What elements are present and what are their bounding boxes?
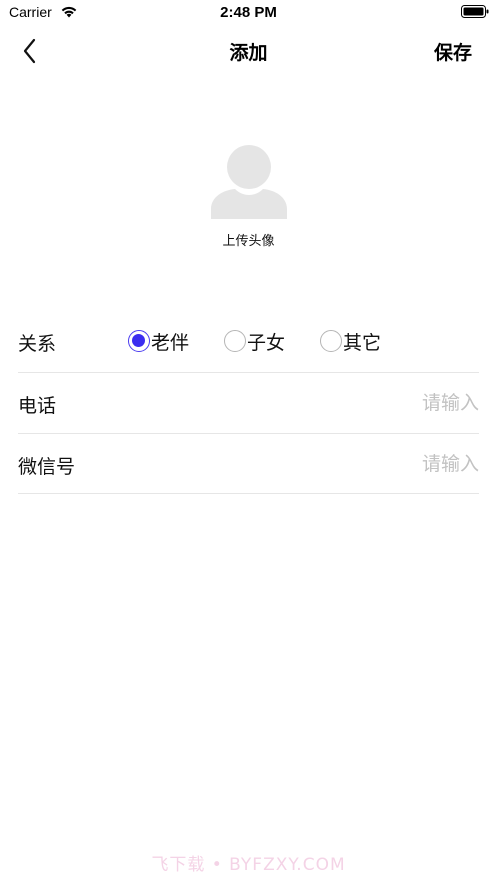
phone-row: 电话 xyxy=(18,372,479,433)
wechat-row: 微信号 xyxy=(18,433,479,494)
status-bar: Carrier 2:48 PM xyxy=(0,0,497,26)
battery-icon xyxy=(461,5,489,18)
radio-unchecked-icon[interactable] xyxy=(224,330,246,352)
phone-input[interactable] xyxy=(259,389,479,417)
radio-unchecked-icon[interactable] xyxy=(320,330,342,352)
radio-option-children[interactable]: 子女 xyxy=(224,328,285,354)
relation-label: 关系 xyxy=(18,333,57,355)
save-button[interactable]: 保存 xyxy=(434,38,472,65)
radio-label-other: 其它 xyxy=(343,331,382,354)
wechat-label: 微信号 xyxy=(18,456,76,478)
radio-option-spouse[interactable]: 老伴 xyxy=(128,328,189,354)
page-title: 添加 xyxy=(229,42,268,64)
watermark: 飞下载 • BYFZXY.COM xyxy=(151,855,346,875)
radio-label-spouse: 老伴 xyxy=(151,331,190,354)
avatar-upload[interactable] xyxy=(209,143,289,219)
radio-option-other[interactable]: 其它 xyxy=(320,328,381,354)
phone-label: 电话 xyxy=(18,395,57,417)
relation-row: 关系 老伴 子女 其它 xyxy=(18,311,479,372)
radio-checked-icon[interactable] xyxy=(128,330,150,352)
clock-time: 2:48 PM xyxy=(220,4,277,21)
wechat-input[interactable] xyxy=(259,450,479,478)
upload-avatar-label[interactable]: 上传头像 xyxy=(0,230,497,249)
navigation-bar: 添加 保存 xyxy=(0,26,497,76)
radio-label-children: 子女 xyxy=(247,331,286,354)
